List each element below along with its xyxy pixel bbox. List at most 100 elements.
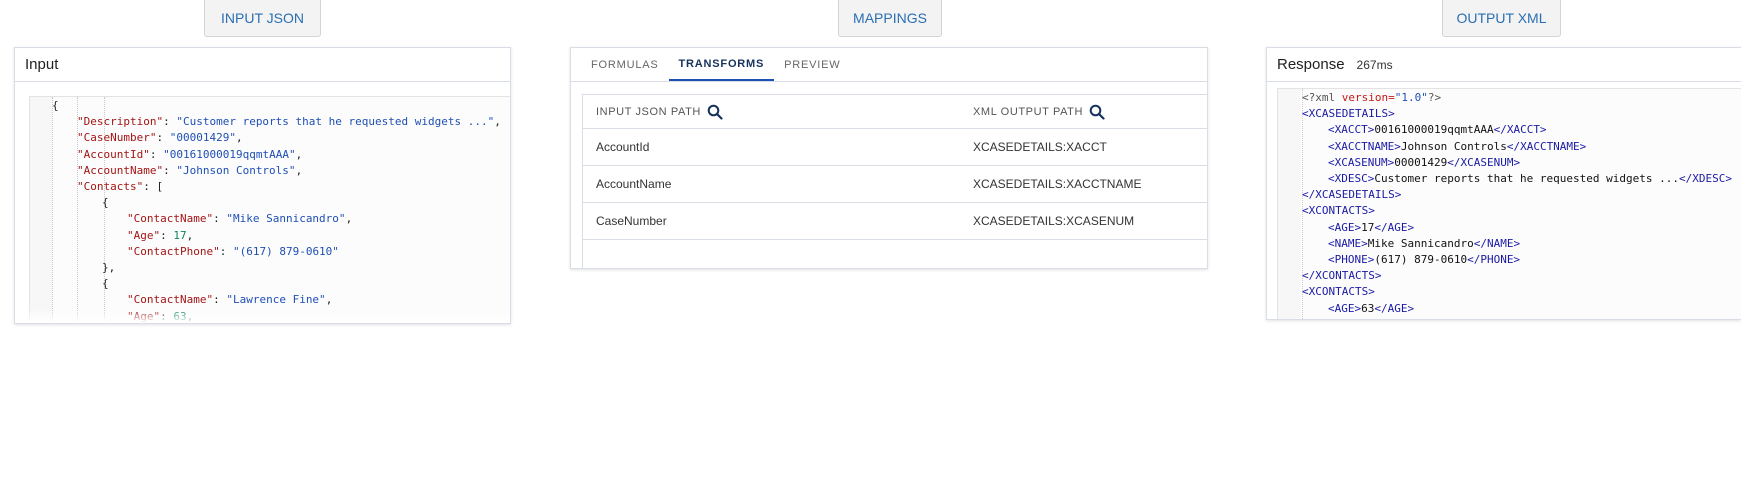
tab-preview[interactable]: PREVIEW: [774, 48, 850, 81]
code-token: :: [160, 228, 174, 242]
code-token: 00161000019qqmtAAA: [1374, 123, 1494, 137]
table-row-partial[interactable]: [583, 240, 1207, 268]
code-line: <XCASEDETAILS>: [1302, 106, 1395, 122]
xml-output-path-header: XML OUTPUT PATH: [973, 104, 1105, 120]
code-line: "ContactPhone": "(617) 879-0610": [127, 244, 339, 260]
code-token: <NAME>: [1328, 236, 1368, 250]
code-token: "ContactName": [127, 212, 214, 226]
output-path-cell: XCASEDETAILS:XCASENUM: [973, 214, 1135, 228]
input-path-cell: CaseNumber: [596, 214, 667, 228]
code-token: version=: [1341, 91, 1395, 104]
code-line: "Description": "Customer reports that he…: [77, 114, 501, 130]
table-row[interactable]: CaseNumber XCASEDETAILS:XCASENUM: [583, 203, 1207, 240]
code-token: 63: [1361, 301, 1375, 315]
code-token: </XCASEDETAILS>: [1302, 188, 1402, 202]
code-token: (617) 879-0610: [1374, 253, 1468, 266]
input-json-button[interactable]: INPUT JSON: [204, 0, 321, 37]
code-token: </PHONE>: [1467, 253, 1521, 266]
code-token: 17: [1361, 220, 1375, 234]
code-token: </XCONTACTS>: [1302, 269, 1382, 283]
code-line: },: [102, 260, 115, 276]
code-line: "Age": 17,: [127, 228, 193, 244]
code-token: "Johnson Controls": [176, 163, 296, 177]
table-row[interactable]: AccountName XCASEDETAILS:XACCTNAME: [583, 166, 1207, 203]
code-token: "Age": [127, 228, 161, 242]
code-line: </XCASEDETAILS>: [1302, 187, 1401, 203]
code-token: <PHONE>: [1328, 253, 1375, 266]
code-token: :: [219, 244, 233, 258]
code-token: "Lawrence Fine": [226, 293, 326, 307]
code-token: "1.0": [1394, 91, 1428, 104]
tab-formulas[interactable]: FORMULAS: [581, 48, 669, 81]
code-token: Mike Sannicandro: [1367, 236, 1474, 250]
code-token: "00161000019qqmtAAA": [163, 147, 296, 161]
code-token: },: [102, 261, 116, 274]
code-line: "AccountName": "Johnson Controls",: [77, 163, 302, 179]
code-token: {: [102, 196, 109, 210]
input-path-cell: AccountId: [596, 140, 650, 154]
code-token: ,: [186, 228, 194, 242]
code-token: ,: [295, 163, 303, 177]
code-line: {: [102, 276, 109, 292]
code-token: :: [213, 212, 227, 226]
response-time: 267ms: [1356, 57, 1393, 72]
code-line: <XACCT>00161000019qqmtAAA</XACCT>: [1328, 122, 1547, 138]
code-token: </AGE>: [1374, 301, 1415, 315]
code-token: <XACCT>: [1328, 123, 1375, 137]
output-panel-title: Response: [1277, 56, 1345, 73]
indent-guide: [52, 97, 53, 323]
code-line: <XCONTACTS>: [1302, 284, 1375, 300]
code-token: <XDESC>: [1328, 172, 1375, 185]
code-token: ,: [494, 115, 501, 129]
output-panel-header: Response 267ms: [1267, 48, 1741, 82]
code-token: :: [156, 131, 170, 145]
code-token: "(617) 879-0610": [232, 244, 339, 258]
xml-code-view[interactable]: <?xml version="1.0"?> <XCASEDETAILS> <XACC…: [1277, 88, 1741, 319]
output-panel: Response 267ms <?xml version="1.0"?> <XCA…: [1266, 47, 1741, 320]
mappings-tabs: FORMULAS TRANSFORMS PREVIEW: [571, 48, 1207, 82]
input-panel-title: Input: [25, 56, 59, 73]
code-token: :: [149, 147, 164, 161]
code-token: </NAME>: [1473, 236, 1521, 250]
input-json-path-label: INPUT JSON PATH: [596, 105, 701, 118]
code-line: {: [52, 98, 59, 114]
code-token: </AGE>: [1374, 220, 1415, 234]
output-xml-button[interactable]: OUTPUT XML: [1442, 0, 1561, 37]
table-row[interactable]: AccountId XCASEDETAILS:XACCT: [583, 129, 1207, 166]
code-token: :: [213, 293, 227, 307]
code-token: ?>: [1427, 91, 1442, 104]
mappings-table: INPUT JSON PATH XML OUTPUT PATH AccountI…: [582, 94, 1207, 268]
code-token: <XCASENUM>: [1328, 155, 1395, 169]
input-panel: Input { "Description": "Customer reports …: [14, 47, 511, 324]
code-token: </XACCTNAME>: [1506, 139, 1587, 153]
code-token: ,: [345, 212, 353, 226]
code-gutter: [1278, 89, 1300, 319]
code-token: Johnson Controls: [1400, 139, 1507, 153]
code-token: "CaseNumber": [77, 131, 157, 145]
code-token: 17: [173, 228, 187, 242]
code-line: <PHONE>(617) 879-0610</PHONE>: [1328, 252, 1520, 268]
code-token: <XCASEDETAILS>: [1302, 107, 1395, 121]
json-code-view[interactable]: { "Description": "Customer reports that h…: [29, 96, 510, 323]
code-token: "Mike Sannicandro": [226, 212, 346, 226]
input-path-cell: AccountName: [596, 177, 672, 191]
search-icon[interactable]: [1089, 104, 1105, 120]
code-token: 00001429: [1394, 155, 1448, 169]
code-token: "ContactPhone": [127, 244, 220, 258]
code-token: "ContactName": [127, 293, 214, 307]
code-line: <NAME>Mike Sannicandro</NAME>: [1328, 236, 1520, 252]
code-token: "00001429": [169, 131, 236, 145]
mappings-rows: AccountId XCASEDETAILS:XACCT AccountName XC…: [583, 129, 1207, 240]
search-icon[interactable]: [707, 104, 723, 120]
code-line: "AccountId": "00161000019qqmtAAA",: [77, 147, 302, 163]
code-token: <AGE>: [1328, 301, 1362, 315]
code-token: </XDESC>: [1679, 172, 1732, 185]
code-line: "Contacts": [: [77, 179, 163, 195]
code-token: : [: [143, 180, 164, 193]
output-path-cell: XCASEDETAILS:XACCTNAME: [973, 177, 1142, 191]
code-token: "Description": [77, 115, 164, 129]
tab-transforms[interactable]: TRANSFORMS: [668, 48, 775, 81]
code-token: "AccountId": [77, 147, 150, 161]
code-line: "CaseNumber": "00001429",: [77, 130, 243, 146]
mappings-button[interactable]: MAPPINGS: [838, 0, 942, 37]
